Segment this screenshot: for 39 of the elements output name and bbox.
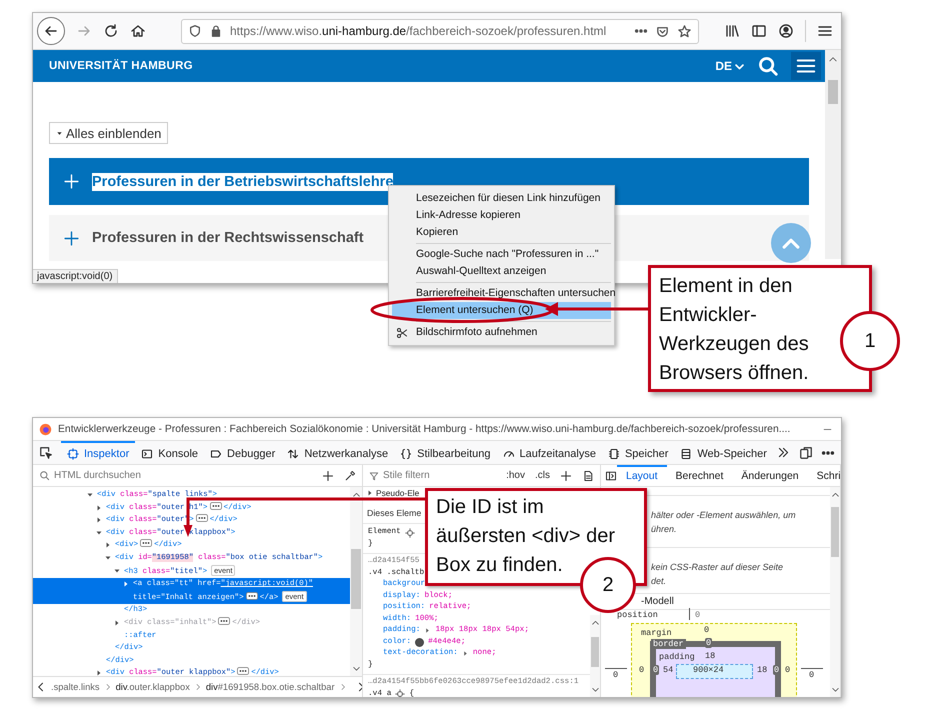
box-model-label: padding bbox=[659, 652, 695, 662]
tab-label: Speicher bbox=[624, 448, 668, 460]
info-text: ühren. bbox=[651, 523, 678, 536]
accordion-title: Professuren in der Rechtswissenschaft bbox=[92, 229, 364, 247]
box-model-value: 54 bbox=[663, 665, 674, 675]
tab-label: Laufzeitanalyse bbox=[520, 448, 596, 460]
box-model-label: border bbox=[651, 639, 686, 649]
box-model-value: 0 bbox=[695, 610, 700, 620]
info-text: det. bbox=[651, 575, 668, 588]
box-model-value: 0 bbox=[704, 625, 710, 635]
status-link-tooltip: javascript:void(0) bbox=[33, 269, 118, 283]
section-title: -Modell bbox=[641, 596, 674, 607]
info-text: hälter oder -Element auswählen, um bbox=[651, 509, 797, 522]
box-model-value: 0 bbox=[773, 665, 780, 675]
tab-label: Netzwerkanalyse bbox=[304, 448, 388, 460]
box-model-label: margin bbox=[641, 628, 672, 638]
box-model-label: position bbox=[617, 610, 658, 620]
box-model-value: 18 bbox=[757, 665, 768, 675]
tab-label: Stilbearbeitung bbox=[417, 448, 490, 460]
step-number: 1 bbox=[840, 311, 900, 371]
info-text: kein CSS-Raster auf dieser Seite bbox=[651, 561, 784, 574]
url-text: https://www.wiso.uni-hamburg.de/fachbereich-sozoek/professuren.html bbox=[230, 24, 606, 38]
box-model-value: 0 bbox=[613, 670, 618, 680]
section-title: Dieses Eleme bbox=[367, 508, 422, 518]
box-model-value: 0 bbox=[785, 665, 790, 675]
placeholder-text: Stile filtern bbox=[383, 470, 430, 481]
box-model-value: 18 bbox=[705, 651, 716, 661]
box-model-value: 0 bbox=[705, 638, 712, 648]
accordion-title: Professuren in der Betriebswirtschaftslehre bbox=[92, 172, 394, 190]
tab-label: Inspektor bbox=[84, 448, 130, 460]
placeholder-text: HTML durchsuchen bbox=[54, 470, 141, 481]
tab-label: Debugger bbox=[227, 448, 276, 460]
tab-label: Web-Speicher bbox=[697, 448, 767, 460]
box-model-value: 0 bbox=[639, 665, 644, 675]
box-model-value: 0 bbox=[652, 665, 660, 675]
tab-label: Konsole bbox=[158, 448, 198, 460]
box-model-value: 900×24 bbox=[693, 665, 724, 675]
window-title: Entwicklerwerkzeuge - Professuren : Fachbereich Sozialökonomie : Universität Hamburg - https://www.wiso.uni-hamburg.de/fachbereich-sozoek/professuren.... bbox=[58, 424, 790, 434]
box-model-value: 0 bbox=[809, 670, 814, 680]
